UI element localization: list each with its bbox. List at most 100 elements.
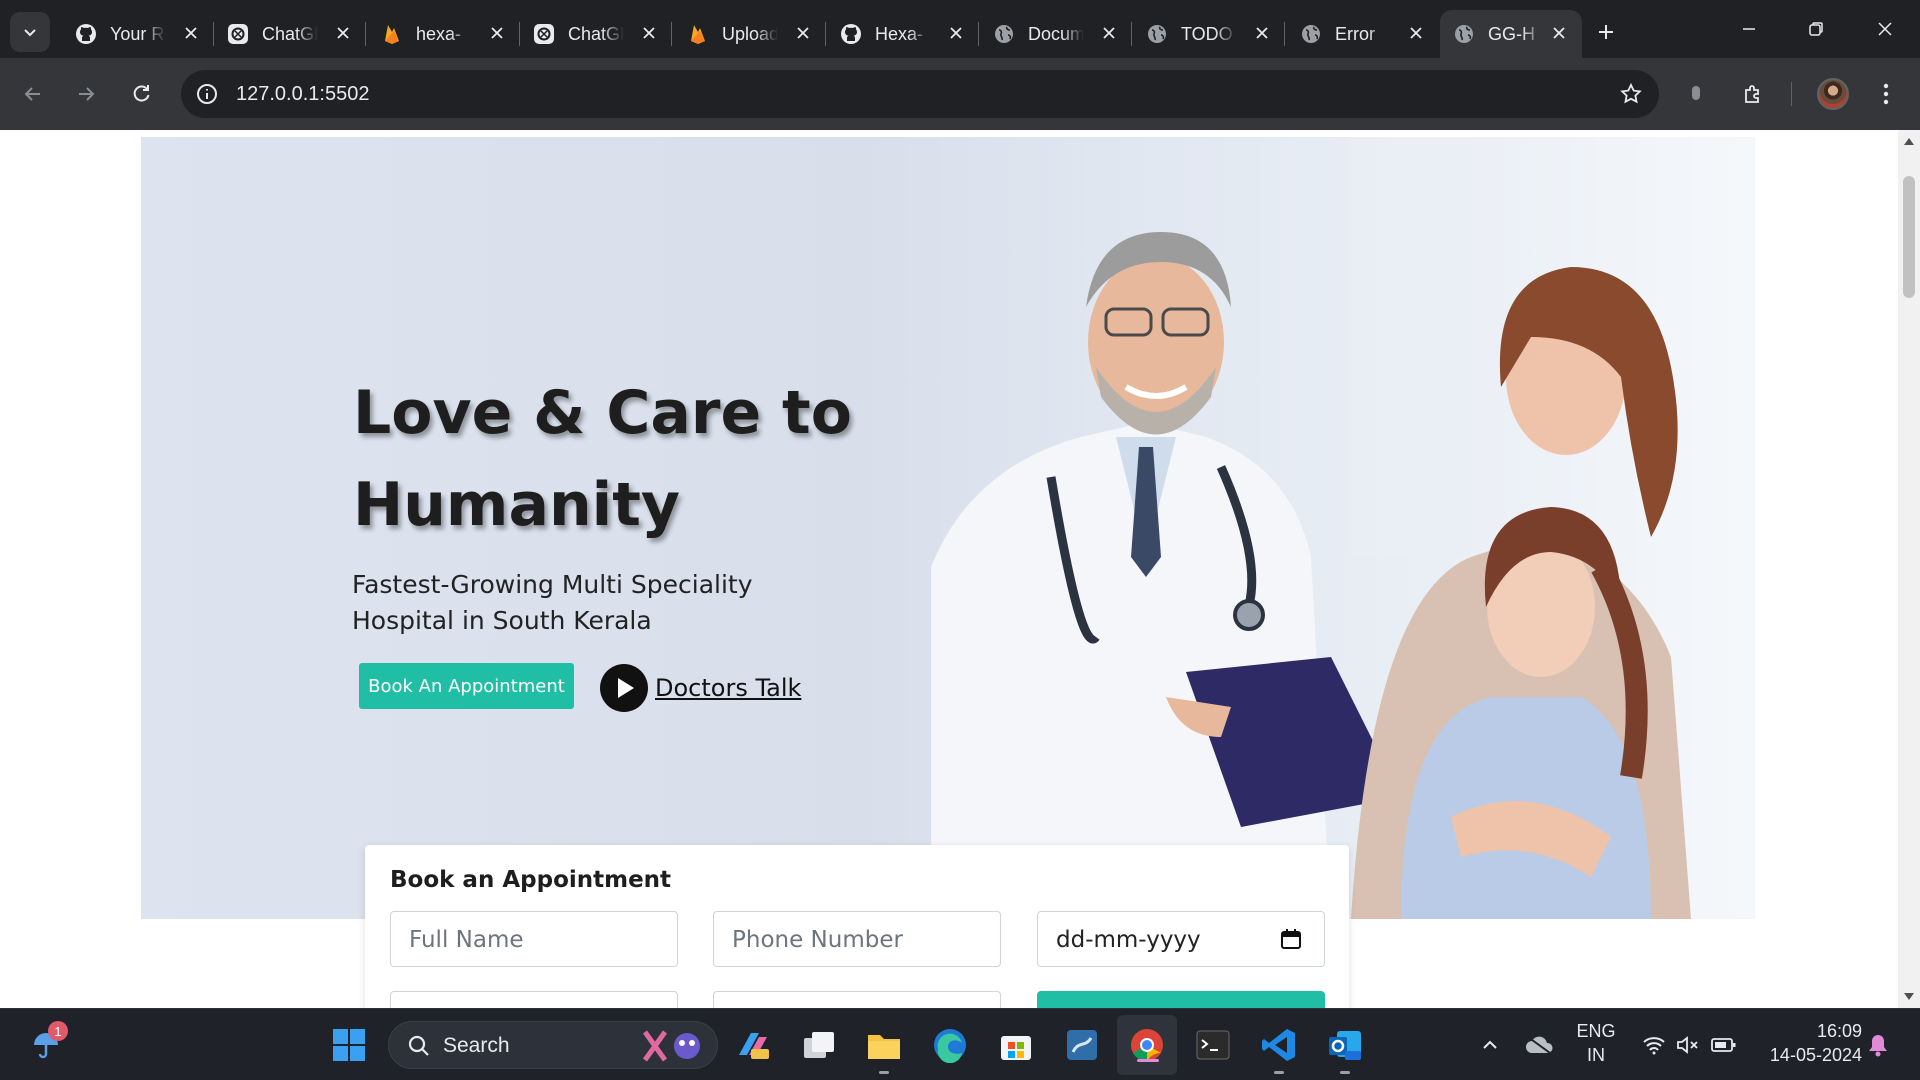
toolbar-divider: [1791, 82, 1792, 106]
file-explorer-app[interactable]: [864, 1025, 904, 1074]
battery-icon: [1711, 1038, 1736, 1052]
browser-tab[interactable]: Your Repositories: [62, 10, 214, 58]
vscode-icon: [1262, 1029, 1295, 1061]
date-field[interactable]: dd-mm-yyyy: [1037, 911, 1325, 967]
tab-separator: [365, 22, 366, 46]
appointment-form: Book an Appointment Full Name Phone Numb…: [365, 845, 1349, 1008]
vscode-app[interactable]: [1259, 1025, 1299, 1074]
running-indicator: [1340, 1071, 1350, 1074]
onedrive-button[interactable]: [1519, 1025, 1559, 1065]
github-icon: [839, 22, 863, 46]
close-icon[interactable]: [945, 22, 967, 44]
task-view-app[interactable]: [799, 1025, 839, 1065]
new-tab-button[interactable]: [1590, 16, 1622, 48]
doctors-talk-link[interactable]: Doctors Talk: [600, 664, 801, 712]
taskbar: 1 Search ENG IN 16:09 14-05-2024: [0, 1008, 1920, 1080]
browser-tab[interactable]: GG-H: [1440, 10, 1582, 58]
browser-tab[interactable]: Document: [980, 10, 1132, 58]
start-button[interactable]: [329, 1025, 369, 1065]
doctor-field[interactable]: [713, 991, 1001, 1008]
github-icon: [74, 22, 98, 46]
close-icon[interactable]: [1251, 22, 1273, 44]
extensions-menu-button[interactable]: [1733, 74, 1773, 114]
store-app[interactable]: [996, 1025, 1036, 1065]
book-appointment-button[interactable]: Book An Appointment: [359, 663, 574, 709]
notifications-button[interactable]: [1858, 1025, 1898, 1065]
tab-title: GG-H: [1488, 23, 1535, 44]
tab-title: Document: [1028, 23, 1084, 44]
page-scrollbar[interactable]: [1898, 130, 1920, 1008]
close-icon[interactable]: [486, 22, 508, 44]
profile-avatar[interactable]: [1817, 78, 1849, 110]
tab-title: TODO: [1181, 23, 1233, 44]
bookmark-button[interactable]: [1617, 80, 1645, 108]
extension-button[interactable]: [1676, 74, 1716, 114]
browser-tab[interactable]: TODO: [1133, 10, 1285, 58]
outlook-app[interactable]: [1325, 1025, 1365, 1074]
close-icon[interactable]: [638, 22, 660, 44]
department-field[interactable]: [390, 991, 678, 1008]
terminal-app[interactable]: [1193, 1025, 1233, 1065]
chrome-icon: [1131, 1029, 1163, 1062]
more-vertical-icon: [1883, 83, 1889, 105]
edge-app[interactable]: [930, 1025, 970, 1065]
browser-tab[interactable]: ChatGPT: [214, 10, 366, 58]
tab-strip: Your Repositories ChatGPT hexa- ChatGPT Uplo…: [0, 0, 1920, 58]
back-button[interactable]: [13, 74, 53, 114]
phone-number-field[interactable]: Phone Number: [713, 911, 1001, 967]
address-bar[interactable]: 127.0.0.1:5502: [181, 70, 1659, 118]
active-app-indicator: [1137, 1059, 1159, 1062]
outlook-icon: [1329, 1031, 1361, 1060]
close-icon[interactable]: [1098, 22, 1120, 44]
submit-appointment-button[interactable]: [1037, 991, 1325, 1008]
browser-menu-button[interactable]: [1866, 74, 1906, 114]
browser-tab[interactable]: Error: [1287, 10, 1439, 58]
doctors-talk-label[interactable]: Doctors Talk: [655, 674, 801, 702]
taskbar-search[interactable]: Search: [388, 1021, 718, 1069]
wifi-icon: [1643, 1037, 1665, 1055]
browser-tab[interactable]: ChatGPT: [520, 10, 672, 58]
database-icon: [1067, 1030, 1097, 1060]
tab-title: Upload: [722, 23, 778, 44]
minimize-button[interactable]: [1714, 0, 1784, 58]
close-icon[interactable]: [1405, 22, 1427, 44]
browser-tab[interactable]: hexa-: [368, 10, 520, 58]
folder-icon: [868, 1035, 900, 1059]
restore-button[interactable]: [1781, 0, 1851, 58]
mysql-workbench-app[interactable]: [1062, 1025, 1102, 1065]
reload-button[interactable]: [121, 74, 161, 114]
close-icon[interactable]: [180, 22, 202, 44]
close-window-button[interactable]: [1850, 0, 1920, 58]
clock-time: 16:09: [1816, 1021, 1862, 1041]
info-icon[interactable]: [195, 82, 219, 106]
show-hidden-icons-button[interactable]: [1470, 1025, 1510, 1065]
hero-section: Love & Care to Humanity Fastest-Growing …: [141, 137, 1755, 919]
browser-tab[interactable]: Hexa-: [827, 10, 979, 58]
tab-separator: [978, 22, 979, 46]
tab-title: ChatGPT: [262, 23, 318, 44]
appointment-form-title: Book an Appointment: [390, 867, 672, 893]
battery-button[interactable]: [1704, 1025, 1744, 1065]
tab-search-button[interactable]: [10, 12, 50, 52]
play-icon[interactable]: [600, 664, 648, 712]
scrollbar-thumb[interactable]: [1903, 176, 1915, 298]
date-value: dd-mm-yyyy: [1056, 927, 1201, 953]
browser-toolbar: 127.0.0.1:5502: [0, 58, 1920, 130]
close-icon[interactable]: [1548, 22, 1570, 44]
url-text[interactable]: 127.0.0.1:5502: [236, 83, 369, 106]
calendar-icon[interactable]: [1280, 928, 1302, 950]
scroll-down-arrow-icon[interactable]: [1904, 993, 1914, 1000]
full-name-field[interactable]: Full Name: [390, 911, 678, 967]
copilot-app[interactable]: [733, 1025, 773, 1065]
forward-button[interactable]: [66, 74, 106, 114]
edge-icon: [934, 1029, 966, 1063]
volume-button[interactable]: [1668, 1025, 1708, 1065]
extension-pin-icon: [1692, 86, 1700, 100]
close-icon[interactable]: [792, 22, 814, 44]
weather-widget[interactable]: 1: [26, 1021, 68, 1065]
close-icon[interactable]: [332, 22, 354, 44]
browser-tab[interactable]: Upload: [674, 10, 826, 58]
language-indicator[interactable]: ENG IN: [1573, 1021, 1619, 1066]
clock[interactable]: 16:09 14-05-2024: [1752, 1021, 1862, 1066]
scroll-up-arrow-icon[interactable]: [1904, 138, 1914, 145]
